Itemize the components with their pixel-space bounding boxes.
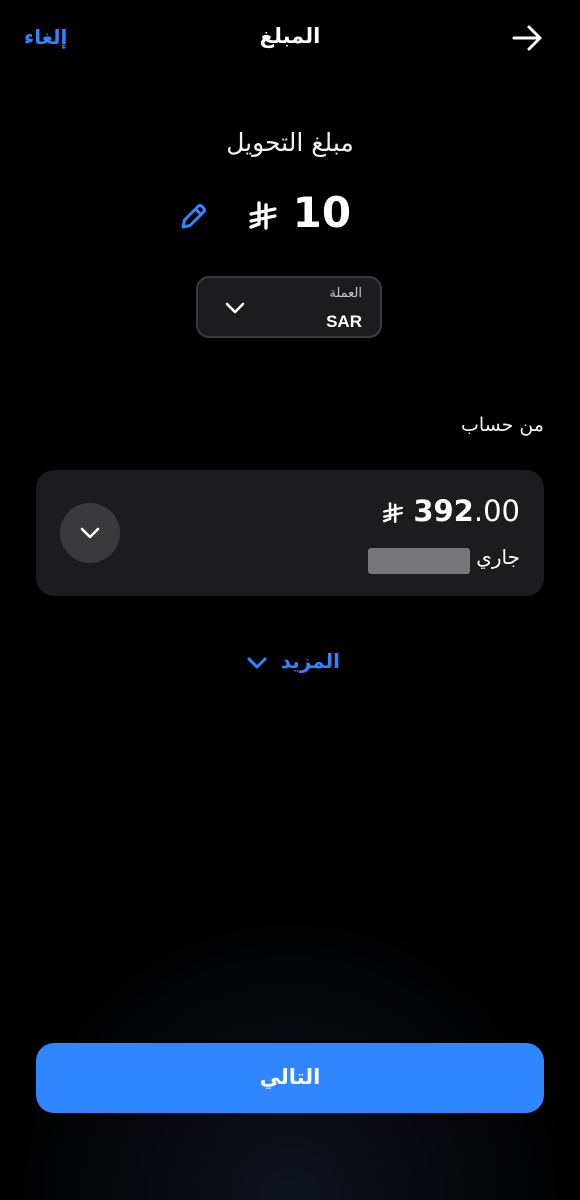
amount-number: 10: [292, 188, 352, 237]
next-button-label: التالي: [259, 1065, 321, 1089]
currency-value: SAR: [326, 312, 362, 331]
currency-select[interactable]: العملة SAR: [196, 276, 382, 338]
account-card[interactable]: 392.00 جاري: [36, 470, 544, 596]
transfer-amount-screen: المبلغ إلغاء مبلغ التحويل 10 العملة SAR …: [0, 0, 580, 1200]
back-button[interactable]: [506, 20, 550, 56]
page-title: المبلغ: [259, 24, 321, 48]
currency-label: العملة: [329, 286, 362, 301]
more-options-toggle[interactable]: المزيد: [220, 645, 360, 679]
arrow-right-icon: [512, 25, 542, 51]
account-type: جاري: [476, 545, 520, 569]
account-expand-button[interactable]: [60, 503, 120, 563]
chevron-down-icon: [225, 302, 245, 314]
amount-value: 10: [248, 188, 388, 237]
transfer-amount-label: مبلغ التحويل: [226, 128, 354, 157]
balance-decimal: .00: [473, 494, 520, 528]
saudi-riyal-icon: [383, 502, 404, 524]
top-nav-bar: المبلغ إلغاء: [0, 0, 580, 80]
next-button[interactable]: التالي: [36, 1043, 544, 1113]
chevron-down-icon: [80, 527, 100, 539]
account-balance: 392.00: [382, 494, 520, 528]
saudi-riyal-icon: [249, 200, 277, 230]
more-label: المزيد: [280, 649, 340, 673]
cancel-button[interactable]: إلغاء: [24, 25, 94, 49]
masked-account-number: [368, 548, 470, 574]
from-account-label: من حساب: [460, 414, 544, 436]
transfer-amount-display: 10: [170, 182, 410, 246]
balance-integer: 392: [413, 494, 474, 528]
pencil-icon: [181, 204, 206, 229]
chevron-down-icon: [247, 657, 267, 669]
edit-amount-button[interactable]: [176, 200, 210, 234]
